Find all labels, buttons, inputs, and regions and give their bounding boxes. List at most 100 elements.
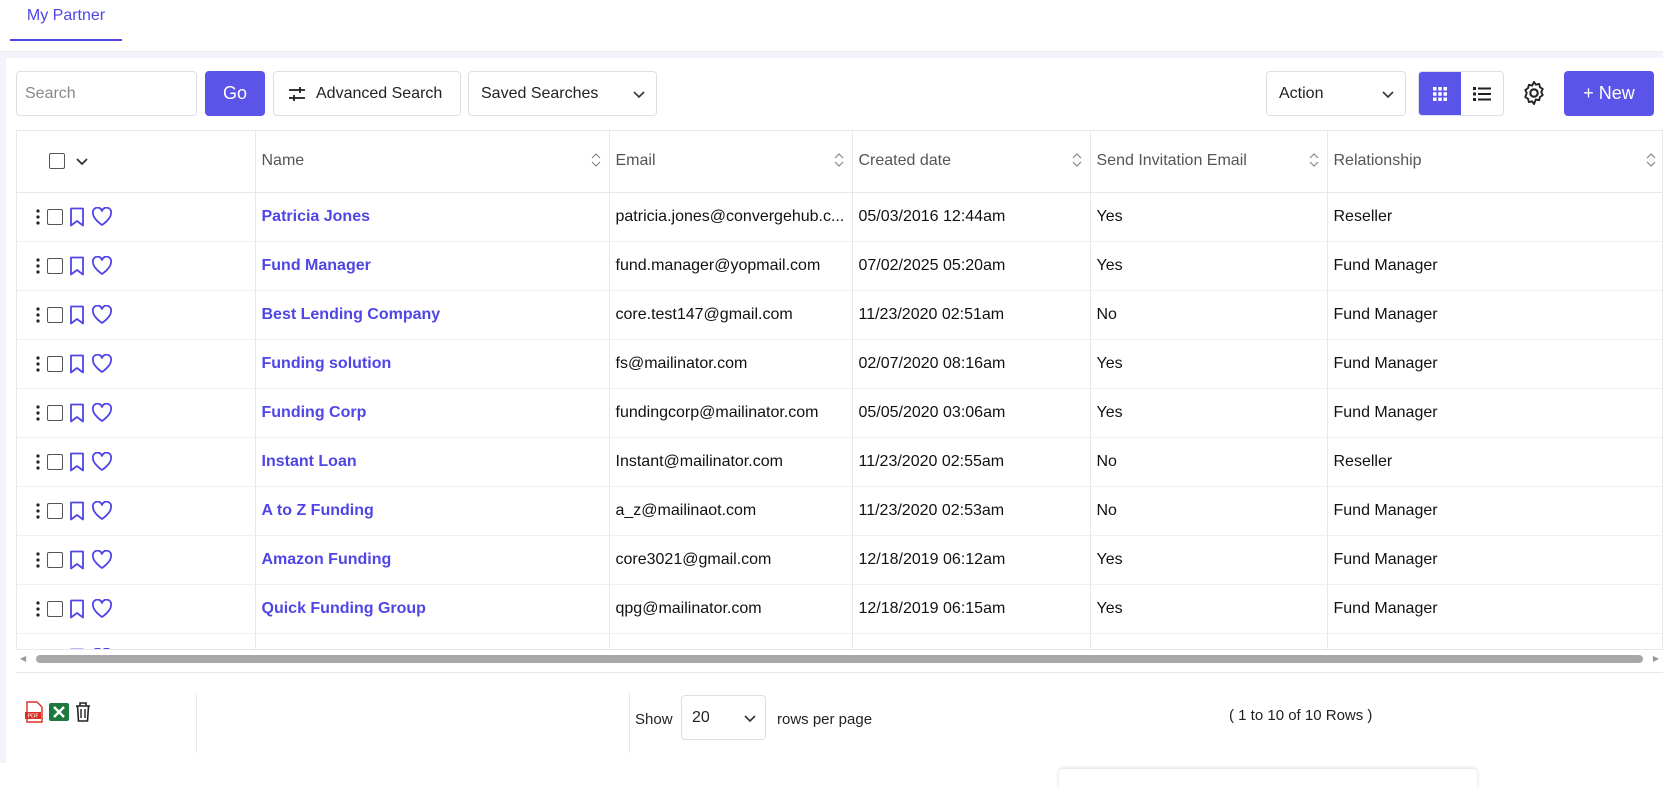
go-button[interactable]: Go xyxy=(205,71,265,116)
bookmark-icon[interactable] xyxy=(69,501,85,521)
heart-icon[interactable] xyxy=(91,354,113,374)
new-button[interactable]: + New xyxy=(1564,71,1654,116)
action-dropdown[interactable]: Action xyxy=(1266,71,1406,116)
column-header-relationship[interactable]: Relationship xyxy=(1327,131,1663,192)
advanced-search-button[interactable]: Advanced Search xyxy=(273,71,461,116)
column-header-label: Relationship xyxy=(1334,152,1422,169)
heart-icon[interactable] xyxy=(91,501,113,521)
table-row[interactable]: Funding solution fs@mailinator.com 02/07… xyxy=(17,339,1663,388)
bookmark-icon[interactable] xyxy=(69,305,85,325)
row-checkbox[interactable] xyxy=(47,503,63,519)
horizontal-scrollbar[interactable]: ◀ ▶ xyxy=(16,650,1663,666)
sort-icon[interactable] xyxy=(1072,153,1082,167)
row-checkbox[interactable] xyxy=(47,356,63,372)
bookmark-icon[interactable] xyxy=(69,599,85,619)
cell-name[interactable]: Fund Manager xyxy=(255,241,609,290)
gear-icon[interactable] xyxy=(1520,79,1548,107)
column-header-name[interactable]: Name xyxy=(255,131,609,192)
sort-icon[interactable] xyxy=(1646,153,1656,167)
kebab-menu-icon[interactable] xyxy=(35,453,41,471)
bookmark-icon[interactable] xyxy=(69,452,85,472)
scroll-right-arrow-icon[interactable]: ▶ xyxy=(1653,654,1659,663)
row-controls xyxy=(17,192,255,241)
cell-name[interactable]: Patricia Jones xyxy=(255,192,609,241)
chevron-down-icon[interactable] xyxy=(75,154,89,168)
search-input[interactable] xyxy=(16,71,197,116)
cell-email: fundingcorp@mailinator.com xyxy=(609,388,852,437)
table-row[interactable]: Fund Manager fund.manager@yopmail.com 07… xyxy=(17,241,1663,290)
row-checkbox[interactable] xyxy=(47,454,63,470)
row-checkbox[interactable] xyxy=(47,405,63,421)
kebab-menu-icon[interactable] xyxy=(35,355,41,373)
sort-icon[interactable] xyxy=(591,153,601,167)
sort-icon[interactable] xyxy=(834,153,844,167)
cell-created-date: 11/23/2020 02:51am xyxy=(852,290,1090,339)
kebab-menu-icon[interactable] xyxy=(35,502,41,520)
cell-email: a_z@mailinaot.com xyxy=(609,486,852,535)
heart-icon[interactable] xyxy=(91,305,113,325)
cell-relationship: Fund Manager xyxy=(1327,633,1663,650)
table-row[interactable]: A to Z Funding a_z@mailinaot.com 11/23/2… xyxy=(17,486,1663,535)
bookmark-icon[interactable] xyxy=(69,354,85,374)
kebab-menu-icon[interactable] xyxy=(35,208,41,226)
table-row[interactable]: Instant Loan Instant@mailinator.com 11/2… xyxy=(17,437,1663,486)
column-header-send-invitation-email[interactable]: Send Invitation Email xyxy=(1090,131,1327,192)
table-row[interactable]: Amazon Funding core3021@gmail.com 12/18/… xyxy=(17,535,1663,584)
row-controls xyxy=(17,437,255,486)
sliders-icon xyxy=(288,86,306,102)
cell-name[interactable]: Funding Corp xyxy=(255,388,609,437)
cell-name[interactable]: A to Z Funding xyxy=(255,486,609,535)
kebab-menu-icon[interactable] xyxy=(35,600,41,618)
cell-name[interactable]: Quick Funding Group xyxy=(255,584,609,633)
sort-icon[interactable] xyxy=(1309,153,1319,167)
heart-icon[interactable] xyxy=(91,207,113,227)
table-row[interactable]: Patricia Jones patricia.jones@convergehu… xyxy=(17,192,1663,241)
cell-name[interactable]: Amazon Funding xyxy=(255,535,609,584)
scrollbar-thumb[interactable] xyxy=(36,655,1643,663)
cell-name[interactable]: Best Lending Company xyxy=(255,290,609,339)
heart-icon[interactable] xyxy=(91,256,113,276)
cell-name[interactable]: Instant Loan xyxy=(255,437,609,486)
bookmark-icon[interactable] xyxy=(69,550,85,570)
kebab-menu-icon[interactable] xyxy=(35,404,41,422)
cell-created-date: 07/02/2025 05:20am xyxy=(852,241,1090,290)
row-checkbox[interactable] xyxy=(47,307,63,323)
rows-per-page-select[interactable]: 20 xyxy=(681,695,766,740)
kebab-menu-icon[interactable] xyxy=(35,306,41,324)
cell-name[interactable]: Funding solution xyxy=(255,339,609,388)
heart-icon[interactable] xyxy=(91,403,113,423)
row-checkbox[interactable] xyxy=(47,552,63,568)
grid-view-button[interactable] xyxy=(1419,72,1461,115)
kebab-menu-icon[interactable] xyxy=(35,257,41,275)
pdf-icon[interactable]: PDF xyxy=(24,701,44,723)
saved-searches-dropdown[interactable]: Saved Searches xyxy=(468,71,657,116)
bookmark-icon[interactable] xyxy=(69,403,85,423)
bookmark-icon[interactable] xyxy=(69,256,85,276)
heart-icon[interactable] xyxy=(91,599,113,619)
bookmark-icon[interactable] xyxy=(69,207,85,227)
column-header-email[interactable]: Email xyxy=(609,131,852,192)
row-controls xyxy=(17,241,255,290)
list-view-button[interactable] xyxy=(1461,72,1503,115)
table-row[interactable]: Funding Corp fundingcorp@mailinator.com … xyxy=(17,388,1663,437)
cell-relationship: Reseller xyxy=(1327,437,1663,486)
tab-my-partner[interactable]: My Partner xyxy=(10,0,122,41)
scroll-left-arrow-icon[interactable]: ◀ xyxy=(20,654,26,663)
excel-icon[interactable] xyxy=(48,701,70,723)
table-row[interactable]: Quick Funding Group qpg@mailinator.com 1… xyxy=(17,584,1663,633)
heart-icon[interactable] xyxy=(91,550,113,570)
row-checkbox[interactable] xyxy=(47,601,63,617)
table-row[interactable]: Best Lending Company core.test147@gmail.… xyxy=(17,290,1663,339)
row-checkbox[interactable] xyxy=(47,258,63,274)
cell-name[interactable]: Vox Lender xyxy=(255,633,609,650)
kebab-menu-icon[interactable] xyxy=(35,551,41,569)
row-checkbox[interactable] xyxy=(47,209,63,225)
trash-icon[interactable] xyxy=(74,701,92,723)
cell-send-invitation: Yes xyxy=(1090,584,1327,633)
cell-created-date: 12/18/2019 06:12am xyxy=(852,535,1090,584)
table-row[interactable]: Vox Lender vox@mailinator.com 09/11/2020… xyxy=(17,633,1663,650)
column-header-created-date[interactable]: Created date xyxy=(852,131,1090,192)
row-controls xyxy=(17,486,255,535)
heart-icon[interactable] xyxy=(91,452,113,472)
select-all-checkbox[interactable] xyxy=(49,153,65,169)
